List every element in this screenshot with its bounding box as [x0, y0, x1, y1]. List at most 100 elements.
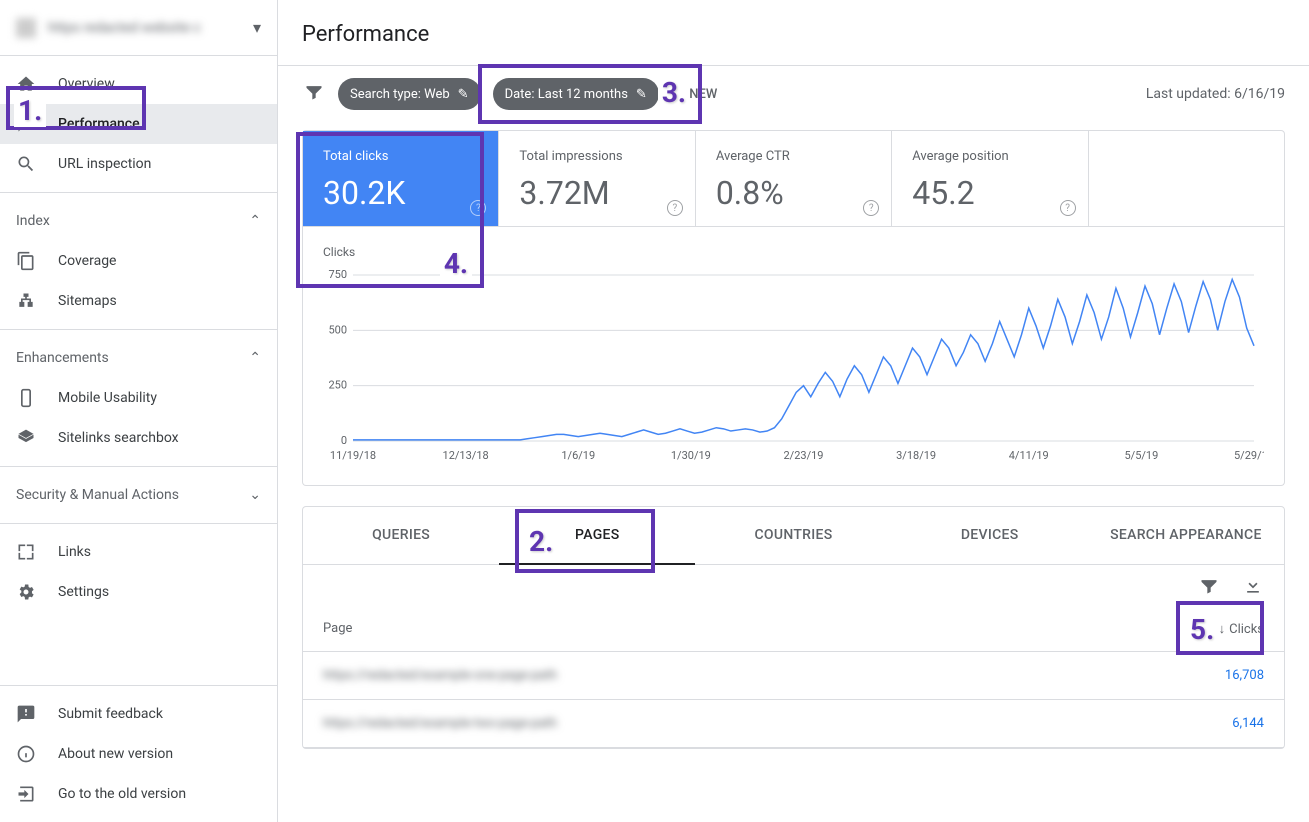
sidebar-item-sitemaps[interactable]: Sitemaps	[0, 281, 277, 321]
table-filter-icon[interactable]	[1198, 575, 1220, 597]
help-icon[interactable]: ?	[1060, 200, 1076, 216]
metric-avg-ctr[interactable]: Average CTR 0.8% ?	[696, 131, 892, 226]
sort-arrow-icon: ↓	[1219, 621, 1226, 637]
sidebar-item-label: Go to the old version	[58, 786, 186, 802]
sidebar-item-links[interactable]: Links	[0, 532, 277, 572]
sidebar-item-sitelinks[interactable]: Sitelinks searchbox	[0, 418, 277, 458]
metric-value: 3.72M	[519, 174, 674, 212]
sidebar-section-security[interactable]: Security & Manual Actions ⌄	[0, 475, 277, 515]
tab-devices[interactable]: DEVICES	[892, 507, 1088, 564]
sidebar-item-old-version[interactable]: Go to the old version	[0, 774, 277, 814]
metric-label: Total impressions	[519, 149, 674, 164]
sidebar-item-label: About new version	[58, 746, 173, 762]
svg-text:250: 250	[328, 379, 347, 392]
sidebar-item-label: Overview	[58, 76, 115, 92]
column-label: Clicks	[1229, 622, 1264, 637]
table-row[interactable]: https://redacted/example-one-page-path16…	[303, 652, 1284, 700]
sitemap-icon	[16, 291, 36, 311]
svg-text:500: 500	[328, 323, 347, 336]
sidebar-item-coverage[interactable]: Coverage	[0, 241, 277, 281]
help-icon[interactable]: ?	[863, 200, 879, 216]
metric-total-impressions[interactable]: Total impressions 3.72M ?	[499, 131, 695, 226]
metric-label: Average CTR	[716, 149, 871, 164]
clicks-line-chart: 025050075011/19/1812/13/181/6/191/30/192…	[323, 265, 1264, 465]
add-filter-button[interactable]: + NEW	[671, 87, 725, 102]
sidebar-item-performance[interactable]: Performance	[0, 104, 277, 144]
links-icon	[16, 542, 36, 562]
sidebar-item-about[interactable]: About new version	[0, 734, 277, 774]
gear-icon	[16, 582, 36, 602]
tab-queries[interactable]: QUERIES	[303, 507, 499, 564]
metric-total-clicks[interactable]: Total clicks 30.2K ?	[303, 131, 499, 226]
download-icon[interactable]	[1242, 575, 1264, 597]
coverage-icon	[16, 251, 36, 271]
metric-value: 0.8%	[716, 174, 871, 212]
cell-clicks: 16,708	[1225, 668, 1264, 683]
tab-search-appearance[interactable]: SEARCH APPEARANCE	[1088, 507, 1284, 564]
table-row[interactable]: https://redacted/example-two-page-path6,…	[303, 700, 1284, 748]
svg-text:0: 0	[341, 434, 347, 447]
section-label: Enhancements	[16, 350, 109, 366]
help-icon[interactable]: ?	[470, 200, 486, 216]
property-selector[interactable]: https redacted website c ▾	[0, 0, 277, 56]
sidebar-item-overview[interactable]: Overview	[0, 64, 277, 104]
metric-avg-position[interactable]: Average position 45.2 ?	[892, 131, 1088, 226]
column-clicks[interactable]: ↓ Clicks	[1219, 621, 1264, 637]
layers-icon	[16, 428, 36, 448]
sidebar-item-feedback[interactable]: Submit feedback	[0, 694, 277, 734]
svg-text:1/30/19: 1/30/19	[671, 449, 711, 462]
page-title: Performance	[278, 0, 1309, 65]
mobile-icon	[16, 388, 36, 408]
tab-pages[interactable]: PAGES	[499, 507, 695, 565]
svg-text:1/6/19: 1/6/19	[561, 449, 595, 462]
sidebar-item-label: Links	[58, 544, 91, 560]
sidebar-section-index[interactable]: Index ⌃	[0, 201, 277, 241]
search-icon	[16, 154, 36, 174]
svg-text:5/29/19: 5/29/19	[1234, 449, 1264, 462]
cell-page: https://redacted/example-one-page-path	[323, 668, 1225, 683]
section-label: Index	[16, 213, 50, 229]
chip-label: Search type: Web	[350, 87, 450, 102]
metric-value: 30.2K	[323, 174, 478, 212]
site-icon	[16, 18, 36, 38]
last-updated: Last updated: 6/16/19	[1146, 86, 1285, 102]
sidebar-section-enhancements[interactable]: Enhancements ⌃	[0, 338, 277, 378]
table-header: Page ↓ Clicks	[303, 607, 1284, 652]
cell-page: https://redacted/example-two-page-path	[323, 716, 1232, 731]
chip-label: Date: Last 12 months	[505, 87, 628, 102]
chart-icon	[16, 114, 36, 134]
pencil-icon: ✎	[636, 87, 647, 102]
exit-icon	[16, 784, 36, 804]
sidebar: https redacted website c ▾ Overview Perf…	[0, 0, 278, 822]
date-chip[interactable]: Date: Last 12 months ✎	[493, 78, 659, 110]
pencil-icon: ✎	[458, 87, 469, 102]
chevron-down-icon: ⌄	[249, 487, 261, 503]
svg-text:11/19/18: 11/19/18	[330, 449, 376, 462]
svg-text:5/5/19: 5/5/19	[1124, 449, 1158, 462]
chevron-down-icon: ▾	[253, 18, 261, 37]
help-icon[interactable]: ?	[667, 200, 683, 216]
sidebar-item-url-inspection[interactable]: URL inspection	[0, 144, 277, 184]
filter-toolbar: Search type: Web ✎ Date: Last 12 months …	[278, 65, 1309, 122]
sidebar-item-label: Sitemaps	[58, 293, 117, 309]
chevron-up-icon: ⌃	[249, 213, 261, 229]
info-icon	[16, 744, 36, 764]
sidebar-item-label: URL inspection	[58, 156, 151, 172]
feedback-icon	[16, 704, 36, 724]
data-card: QUERIESPAGESCOUNTRIESDEVICESSEARCH APPEA…	[302, 506, 1285, 749]
table-toolbar	[303, 565, 1284, 607]
home-icon	[16, 74, 36, 94]
sidebar-item-mobile-usability[interactable]: Mobile Usability	[0, 378, 277, 418]
sidebar-item-label: Performance	[58, 116, 140, 132]
tab-countries[interactable]: COUNTRIES	[695, 507, 891, 564]
svg-text:2/23/19: 2/23/19	[784, 449, 824, 462]
filter-icon[interactable]	[302, 82, 326, 106]
tabs: QUERIESPAGESCOUNTRIESDEVICESSEARCH APPEA…	[303, 507, 1284, 565]
search-type-chip[interactable]: Search type: Web ✎	[338, 78, 481, 110]
column-page[interactable]: Page	[323, 621, 1219, 637]
svg-text:4/11/19: 4/11/19	[1009, 449, 1049, 462]
metrics-row: Total clicks 30.2K ? Total impressions 3…	[302, 130, 1285, 227]
sidebar-item-label: Sitelinks searchbox	[58, 430, 179, 446]
sidebar-item-label: Coverage	[58, 253, 116, 269]
sidebar-item-settings[interactable]: Settings	[0, 572, 277, 612]
